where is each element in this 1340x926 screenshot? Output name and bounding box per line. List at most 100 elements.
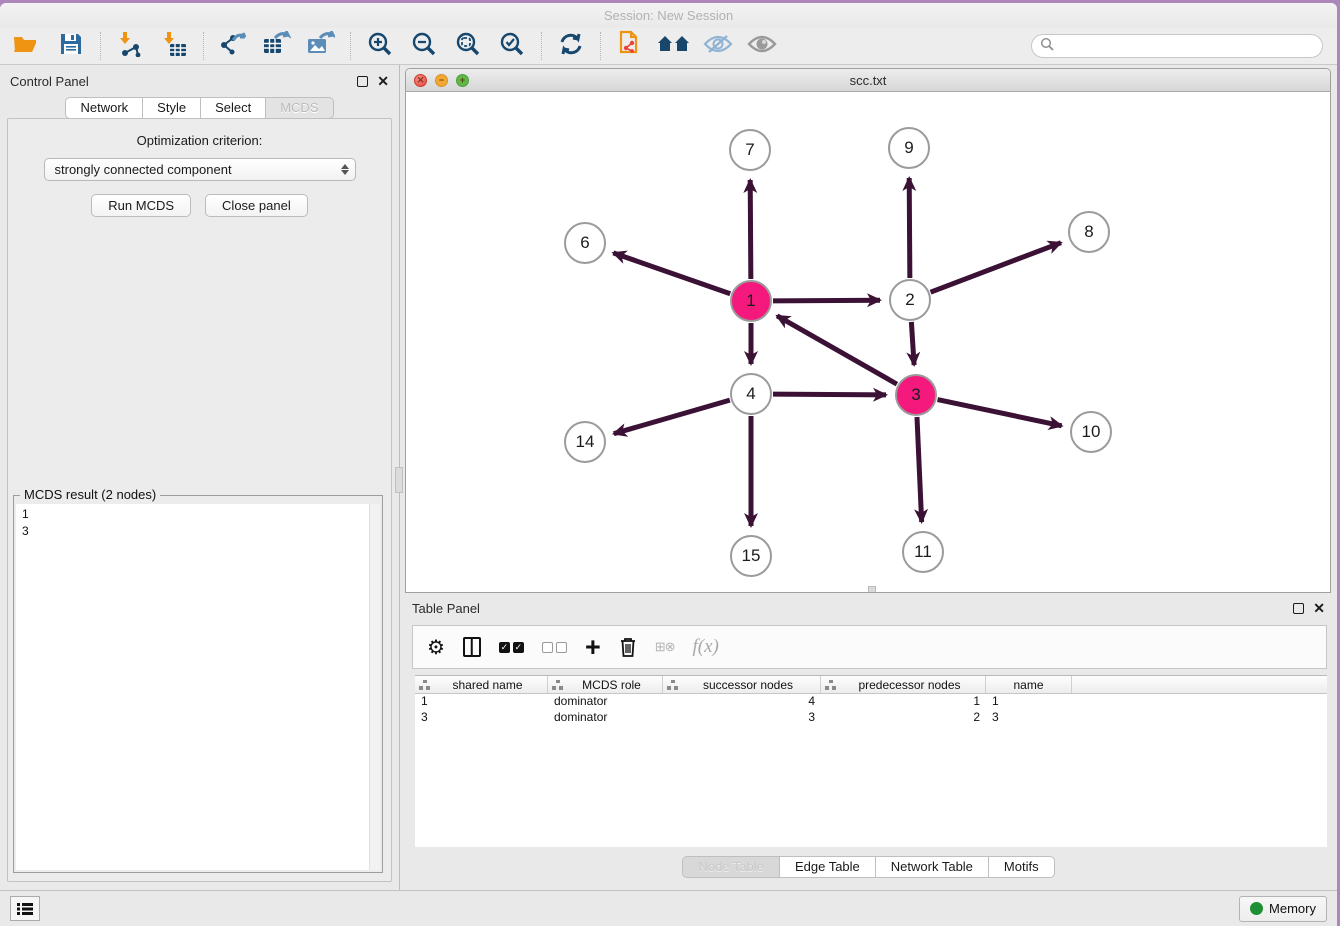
graph-node-10[interactable]: 10	[1070, 411, 1112, 453]
import-network-button[interactable]	[111, 31, 149, 61]
edge-4-3[interactable]	[773, 394, 886, 395]
cell-predecessor-nodes[interactable]: 2	[821, 710, 986, 726]
memory-label: Memory	[1269, 901, 1316, 916]
cell-shared-name[interactable]: 1	[415, 694, 548, 710]
cell-name[interactable]: 3	[986, 710, 1072, 726]
table-row[interactable]: 1dominator411	[415, 694, 1327, 710]
zoom-out-button[interactable]	[405, 31, 443, 61]
cell-shared-name[interactable]: 3	[415, 710, 548, 726]
run-mcds-button[interactable]: Run MCDS	[91, 194, 191, 217]
tab-network[interactable]: Network	[65, 97, 142, 119]
edge-1-2[interactable]	[773, 300, 880, 301]
task-history-button[interactable]	[10, 896, 40, 921]
window-minimize-icon[interactable]: −	[435, 74, 448, 87]
tab-motifs[interactable]: Motifs	[988, 856, 1055, 878]
tab-edge-table[interactable]: Edge Table	[779, 856, 875, 878]
tab-mcds[interactable]: MCDS	[265, 97, 333, 119]
zoom-in-button[interactable]	[361, 31, 399, 61]
toolbar-separator	[203, 32, 204, 60]
close-panel-button[interactable]: Close panel	[205, 194, 308, 217]
mcds-result-groupbox: MCDS result (2 nodes) 1 3	[13, 495, 383, 873]
tab-select[interactable]: Select	[200, 97, 265, 119]
export-network-button[interactable]	[214, 31, 252, 61]
save-session-button[interactable]	[52, 31, 90, 61]
cell-predecessor-nodes[interactable]: 1	[821, 694, 986, 710]
edge-3-10[interactable]	[938, 400, 1062, 426]
window-close-icon[interactable]: ✕	[414, 74, 427, 87]
add-column-icon[interactable]: +	[585, 637, 601, 657]
close-icon[interactable]: ✕	[377, 76, 389, 87]
tab-node-table[interactable]: Node Table	[682, 856, 779, 878]
graph-node-2[interactable]: 2	[889, 279, 931, 321]
float-icon[interactable]	[357, 76, 368, 87]
column-header-MCDS-role[interactable]: MCDS role	[548, 676, 663, 693]
graph-node-11[interactable]: 11	[902, 531, 944, 573]
edge-4-14[interactable]	[614, 400, 730, 434]
window-maximize-icon[interactable]: +	[456, 74, 469, 87]
graph-node-3[interactable]: 3	[895, 374, 937, 416]
graph-node-6[interactable]: 6	[564, 222, 606, 264]
tab-network-table[interactable]: Network Table	[875, 856, 988, 878]
mcds-result-text[interactable]: 1 3	[16, 504, 380, 870]
hide-selected-button[interactable]	[699, 31, 737, 61]
edge-3-1[interactable]	[777, 316, 897, 384]
select-all-checkboxes-icon[interactable]: ✓✓	[499, 642, 524, 653]
edge-2-8[interactable]	[931, 243, 1061, 293]
export-image-button[interactable]	[302, 31, 340, 61]
open-session-button[interactable]	[8, 31, 46, 61]
network-canvas[interactable]: 7 9 6 8 1 2 4 3 14 10 15 11	[406, 92, 1330, 592]
toolbar-separator	[100, 32, 101, 60]
control-panel-title: Control Panel	[10, 74, 89, 89]
graph-node-1[interactable]: 1	[730, 280, 772, 322]
gear-icon[interactable]: ⚙	[427, 635, 445, 660]
duplicate-network-button[interactable]	[611, 31, 649, 61]
column-header-successor-nodes[interactable]: successor nodes	[663, 676, 821, 693]
status-bar: Memory	[0, 890, 1337, 926]
cell-name[interactable]: 1	[986, 694, 1072, 710]
split-column-icon[interactable]	[463, 637, 481, 657]
cell-MCDS-role[interactable]: dominator	[548, 710, 663, 726]
graph-node-7[interactable]: 7	[729, 129, 771, 171]
search-input[interactable]	[1058, 39, 1314, 53]
panel-splitter-handle[interactable]	[395, 467, 403, 493]
export-table-button[interactable]	[258, 31, 296, 61]
graph-node-14[interactable]: 14	[564, 421, 606, 463]
save-session-icon	[60, 33, 82, 60]
graph-node-15[interactable]: 15	[730, 535, 772, 577]
show-all-button[interactable]	[743, 31, 781, 61]
result-scrollbar[interactable]	[369, 504, 380, 870]
column-header-name[interactable]: name	[986, 676, 1072, 693]
tab-style[interactable]: Style	[142, 97, 200, 119]
criterion-select[interactable]: strongly connected component	[44, 158, 356, 181]
column-header-predecessor-nodes[interactable]: predecessor nodes	[821, 676, 986, 693]
network-window-titlebar[interactable]: scc.txt ✕ − +	[406, 69, 1330, 92]
import-table-button[interactable]	[155, 31, 193, 61]
edge-3-11[interactable]	[917, 417, 922, 522]
edge-2-3[interactable]	[911, 322, 914, 365]
edge-2-9[interactable]	[909, 178, 910, 278]
table-close-icon[interactable]: ✕	[1313, 603, 1325, 614]
table-float-icon[interactable]	[1293, 603, 1304, 614]
edge-1-6[interactable]	[613, 253, 730, 294]
deselect-checkboxes-icon[interactable]	[542, 642, 567, 653]
column-header-shared-name[interactable]: shared name	[415, 676, 548, 693]
edge-1-7[interactable]	[750, 180, 751, 279]
graph-node-8[interactable]: 8	[1068, 211, 1110, 253]
export-table-icon	[263, 31, 291, 62]
zoom-selected-button[interactable]	[493, 31, 531, 61]
zoom-fit-button[interactable]	[449, 31, 487, 61]
cell-successor-nodes[interactable]: 3	[663, 710, 821, 726]
search-box[interactable]	[1031, 34, 1323, 58]
memory-button[interactable]: Memory	[1239, 896, 1327, 922]
graph-node-9[interactable]: 9	[888, 127, 930, 169]
table-row[interactable]: 3dominator323	[415, 710, 1327, 726]
cell-MCDS-role[interactable]: dominator	[548, 694, 663, 710]
cell-successor-nodes[interactable]: 4	[663, 694, 821, 710]
refresh-button[interactable]	[552, 31, 590, 61]
network-resize-handle[interactable]	[868, 586, 876, 593]
zoom-out-icon	[411, 31, 437, 62]
application-window: Session: New Session	[0, 3, 1337, 926]
graph-node-4[interactable]: 4	[730, 373, 772, 415]
delete-column-icon[interactable]	[619, 636, 637, 658]
first-neighbors-button[interactable]	[655, 31, 693, 61]
